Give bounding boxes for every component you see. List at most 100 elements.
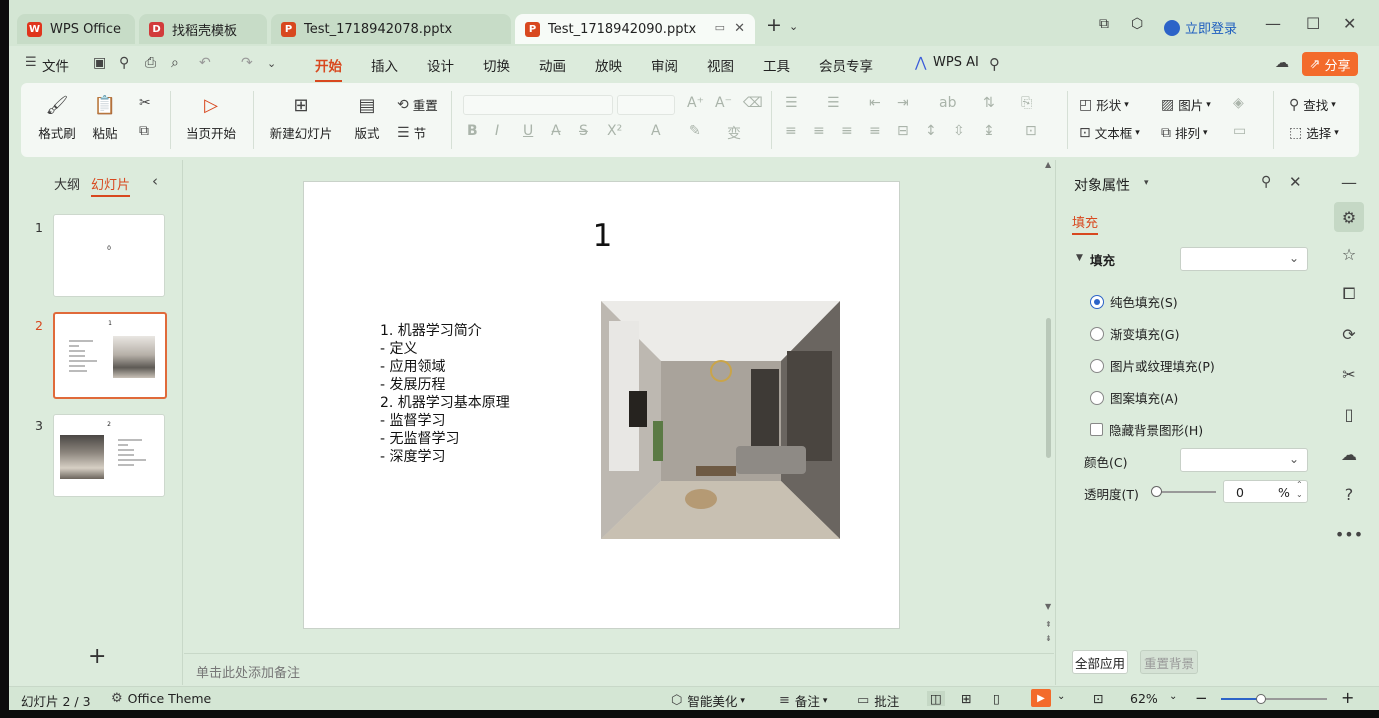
font-color-icon[interactable]: A	[651, 123, 661, 139]
copy-icon[interactable]: ⧉	[139, 123, 153, 139]
star-icon[interactable]: ☆	[1337, 242, 1361, 266]
ai-refresh-icon[interactable]: ⟳	[1337, 322, 1361, 346]
line-spacing-icon[interactable]: ab	[939, 95, 956, 111]
radio-pattern-fill[interactable]: 图案填充(A)	[1090, 388, 1178, 407]
more-icon[interactable]: •••	[1335, 522, 1363, 546]
add-slide-icon[interactable]: +	[88, 644, 106, 669]
panel-title[interactable]: 对象属性	[1074, 175, 1130, 195]
vertical-scrollbar[interactable]: ▲ ▼ ⇞ ⇟	[1044, 160, 1054, 652]
slide-thumbnail-2[interactable]: 1	[53, 312, 167, 399]
zoom-slider-knob[interactable]	[1256, 694, 1267, 704]
transparency-slider[interactable]	[1151, 486, 1216, 497]
radio-gradient-fill[interactable]: 渐变填充(G)	[1090, 324, 1179, 343]
vertical-align-icon[interactable]: ⇳	[953, 123, 965, 139]
menu-tab-design[interactable]: 设计	[427, 55, 454, 75]
slide-canvas[interactable]: 1 1. 机器学习简介 - 定义 - 应用领域 - 发展历程 2. 机器学习基本…	[303, 181, 900, 629]
reading-view-icon[interactable]: ▯	[993, 691, 1000, 706]
fill-tab[interactable]: 填充	[1072, 212, 1099, 235]
redo-icon[interactable]: ↷	[241, 55, 253, 71]
close-tab-icon[interactable]: ✕	[734, 21, 745, 36]
close-window-icon[interactable]: ✕	[1343, 14, 1356, 33]
decrease-indent-icon[interactable]: ⇤	[869, 95, 881, 111]
cut-icon[interactable]: ✂	[139, 95, 155, 111]
menu-tab-insert[interactable]: 插入	[371, 55, 398, 75]
slide-title[interactable]: 1	[304, 218, 901, 254]
underline-icon[interactable]: U	[523, 123, 533, 139]
font-family-select[interactable]	[463, 95, 613, 115]
fit-window-icon[interactable]: ⊡	[1093, 691, 1103, 706]
tab-file-2[interactable]: P Test_1718942090.pptx ▭ ✕	[515, 14, 755, 44]
reset-background-button[interactable]: 重置背景	[1140, 650, 1198, 674]
color-dropdown[interactable]: ⌄	[1180, 448, 1308, 472]
menu-tab-member[interactable]: 会员专享	[819, 55, 873, 75]
chevron-down-icon[interactable]: ▾	[1144, 178, 1149, 188]
zoom-out-icon[interactable]: −	[1195, 689, 1208, 707]
align-center-icon[interactable]: ≡	[813, 123, 825, 139]
bold-icon[interactable]: B	[467, 123, 478, 139]
convert-icon[interactable]: ⎘	[1021, 95, 1032, 111]
clear-format-icon[interactable]: ⌫	[743, 95, 763, 111]
paste-button[interactable]: 📋 粘贴	[85, 93, 125, 142]
columns-icon[interactable]: ⊡	[1025, 123, 1037, 139]
restore-tab-icon[interactable]: ▭	[715, 21, 725, 34]
outline-color-icon[interactable]: ▭	[1233, 123, 1246, 139]
slide-thumbnail-1[interactable]: 0	[53, 214, 165, 297]
play-from-current-button[interactable]: ▷ 当页开始	[171, 93, 251, 142]
format-painter-button[interactable]: 🖌 格式刷	[37, 93, 77, 142]
menu-file[interactable]: 文件	[42, 55, 69, 75]
quick-access-icon[interactable]: ⚲	[119, 55, 129, 71]
align-left-icon[interactable]: ≡	[785, 123, 797, 139]
tab-docer-templates[interactable]: D 找稻壳模板	[139, 14, 267, 44]
highlight-icon[interactable]: ✎	[689, 123, 701, 139]
zoom-slider[interactable]	[1221, 694, 1327, 704]
hide-background-checkbox[interactable]: 隐藏背景图形(H)	[1090, 420, 1203, 439]
shape-button[interactable]: ◰ 形状 ▾	[1079, 95, 1129, 114]
scroll-up-icon[interactable]: ▲	[1045, 160, 1051, 169]
distribute-icon[interactable]: ⊟	[897, 123, 909, 139]
scroll-down-icon[interactable]: ▼	[1045, 602, 1051, 611]
zoom-chevron-icon[interactable]: ⌄	[1169, 691, 1177, 702]
fill-color-icon[interactable]: ◈	[1233, 95, 1244, 111]
print-icon[interactable]: ⎙	[145, 55, 156, 71]
share-button[interactable]: ⇗ 分享	[1302, 52, 1358, 76]
chat-icon[interactable]: ⧠	[1337, 282, 1361, 306]
tab-file-1[interactable]: P Test_1718942078.pptx	[271, 14, 511, 44]
layout-button[interactable]: ▤ 版式	[347, 93, 387, 142]
print-preview-icon[interactable]: ⌕	[171, 55, 179, 71]
tab-wps-office[interactable]: W WPS Office	[17, 14, 135, 44]
new-tab-icon[interactable]: +	[766, 14, 782, 36]
fill-dropdown[interactable]: ⌄	[1180, 247, 1308, 271]
living-room-image[interactable]	[601, 301, 840, 539]
shadow-icon[interactable]: S̶	[579, 123, 588, 139]
tools-icon[interactable]: ✂	[1337, 362, 1361, 386]
pin-icon[interactable]: ⚲	[1261, 174, 1271, 190]
book-icon[interactable]: ▯	[1337, 402, 1361, 426]
apply-all-button[interactable]: 全部应用	[1072, 650, 1128, 674]
sort-icon[interactable]: ⇅	[983, 95, 995, 111]
italic-icon[interactable]: I	[495, 123, 499, 139]
login-button[interactable]: 立即登录	[1164, 18, 1237, 37]
tab-slides[interactable]: 幻灯片	[91, 174, 131, 197]
justify-icon[interactable]: ≡	[869, 123, 881, 139]
hamburger-icon[interactable]: ☰	[25, 55, 37, 70]
menu-tab-slideshow[interactable]: 放映	[595, 55, 622, 75]
backup-icon[interactable]: ☁	[1337, 442, 1361, 466]
text-effect-icon[interactable]: 变	[727, 123, 741, 143]
undo-icon[interactable]: ↶	[199, 55, 211, 71]
menu-tab-review[interactable]: 审阅	[651, 55, 678, 75]
text-direction-icon[interactable]: ↕	[925, 123, 937, 139]
slide-sorter-icon[interactable]: ⊞	[961, 691, 971, 706]
theme-button[interactable]: ⚙ Office Theme	[111, 691, 211, 706]
increment-icon[interactable]: ⌃	[1296, 480, 1303, 489]
cloud-icon[interactable]: ☁	[1275, 55, 1289, 71]
minimize-icon[interactable]: —	[1265, 14, 1281, 33]
menu-tab-animation[interactable]: 动画	[539, 55, 566, 75]
slide-thumbnail-3[interactable]: 2	[53, 414, 165, 497]
normal-view-icon[interactable]: ◫	[927, 691, 945, 706]
comments-button[interactable]: ▭ 批注	[857, 691, 899, 710]
bullet-list-icon[interactable]: ☰	[785, 95, 798, 111]
properties-sliders-icon[interactable]: ⚙	[1334, 202, 1364, 232]
save-icon[interactable]: ▣	[93, 55, 106, 71]
cube-icon[interactable]: ⬡	[1131, 16, 1143, 32]
customize-chevron-icon[interactable]: ⌄	[267, 57, 276, 70]
